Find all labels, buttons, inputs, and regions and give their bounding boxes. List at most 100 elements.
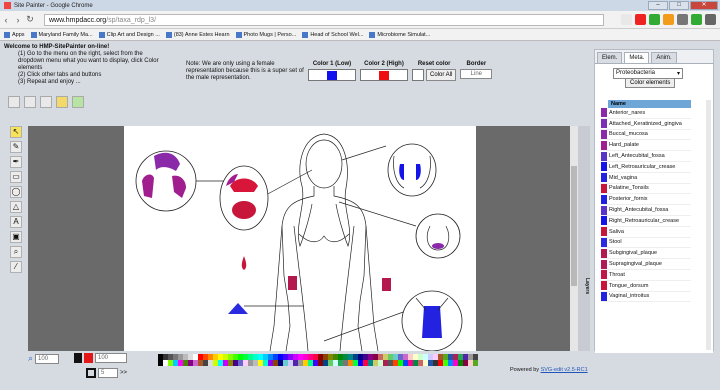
bookmark-icon bbox=[30, 31, 37, 38]
color-palette-2[interactable] bbox=[158, 360, 478, 366]
pencil-tool-icon[interactable]: ✎ bbox=[10, 141, 22, 153]
evernote-icon[interactable] bbox=[649, 14, 660, 25]
nose-region[interactable] bbox=[432, 243, 444, 249]
color-all-button[interactable]: Color All bbox=[426, 69, 457, 81]
table-header[interactable]: Name bbox=[608, 100, 691, 108]
zoom-select[interactable]: 100 bbox=[35, 353, 60, 364]
maximize-button[interactable]: □ bbox=[669, 1, 689, 10]
zoom-tool-icon[interactable]: ⌕ bbox=[10, 246, 22, 258]
tongue-region[interactable] bbox=[232, 201, 256, 219]
extension2-icon[interactable] bbox=[691, 14, 702, 25]
palette-swatch[interactable] bbox=[473, 360, 478, 366]
text-tool-icon[interactable]: A bbox=[10, 216, 22, 228]
bookmark-photomugs[interactable]: Photo Mugs | Perso... bbox=[235, 31, 296, 38]
minimize-button[interactable]: – bbox=[648, 1, 668, 10]
table-row[interactable]: Supragingival_plaque bbox=[601, 259, 691, 270]
table-row[interactable]: Attached_Keratinized_gingiva bbox=[601, 119, 691, 130]
border-select[interactable]: Line bbox=[460, 69, 493, 79]
reload-icon[interactable]: ↻ bbox=[24, 14, 36, 25]
reset-swatch[interactable] bbox=[412, 69, 424, 81]
path-tool-icon[interactable]: ✒ bbox=[10, 156, 22, 168]
wand-tool-icon[interactable] bbox=[8, 96, 20, 108]
fill-paint-icon[interactable] bbox=[74, 353, 82, 363]
table-row[interactable]: Buccal_mucosa bbox=[601, 129, 691, 141]
panel-scrollbar[interactable] bbox=[706, 100, 711, 350]
table-row[interactable]: Mid_vagina bbox=[601, 173, 691, 184]
bookmark-apps[interactable]: Apps bbox=[4, 31, 25, 38]
canvas-area[interactable] bbox=[28, 126, 570, 351]
undo-icon[interactable] bbox=[56, 96, 68, 108]
redo-icon[interactable] bbox=[72, 96, 84, 108]
table-row[interactable]: Palatine_Tonsils bbox=[601, 183, 691, 195]
stroke-width-input[interactable]: 5 bbox=[98, 368, 118, 378]
drawing-canvas[interactable] bbox=[124, 126, 476, 351]
fossa1-region[interactable] bbox=[288, 276, 297, 290]
table-row[interactable]: Posterior_fornix bbox=[601, 194, 691, 206]
table-row[interactable]: Right_Retroauricular_crease bbox=[601, 216, 691, 227]
bookmark-clipart[interactable]: Clip Art and Design ... bbox=[98, 31, 160, 38]
ear-detail[interactable] bbox=[387, 143, 437, 197]
table-row[interactable]: Right_Antecubital_fossa bbox=[601, 205, 691, 216]
saliva-region[interactable] bbox=[241, 256, 247, 270]
tab-anim[interactable]: Anim. bbox=[651, 52, 677, 63]
amazon-icon[interactable] bbox=[663, 14, 674, 25]
bookmark-microbiome[interactable]: Microbiome Simulat... bbox=[369, 31, 430, 38]
table-row[interactable]: Tongue_dorsum bbox=[601, 281, 691, 292]
back-icon[interactable]: ‹ bbox=[0, 15, 12, 25]
bookmark-facebook[interactable]: (83) Anne Estes Hearn bbox=[165, 31, 230, 38]
bookmark-head[interactable]: Head of School Wel... bbox=[302, 31, 363, 38]
star-icon[interactable] bbox=[621, 14, 632, 25]
nose-detail[interactable] bbox=[415, 213, 461, 259]
layers-tab[interactable]: Layers bbox=[578, 126, 590, 351]
table-row[interactable]: Throat bbox=[601, 270, 691, 281]
fossa2-region[interactable] bbox=[382, 278, 391, 291]
row-name: Mid_vagina bbox=[609, 174, 638, 181]
row-name: Right_Antecubital_fossa bbox=[609, 207, 669, 214]
table-row[interactable]: Left_Antecubital_fossa bbox=[601, 151, 691, 162]
canvas-vscroll[interactable] bbox=[570, 126, 578, 351]
forward-icon[interactable]: › bbox=[12, 15, 24, 25]
stool-region[interactable] bbox=[228, 303, 248, 314]
extension-icon[interactable] bbox=[677, 14, 688, 25]
table-row[interactable]: Hard_palate bbox=[601, 140, 691, 152]
vag-region[interactable] bbox=[422, 306, 442, 338]
copy-icon[interactable] bbox=[40, 96, 52, 108]
mouth-detail[interactable] bbox=[219, 165, 269, 231]
svg-edit-link[interactable]: SVG-edit v2.5-RC1 bbox=[541, 367, 588, 373]
color2-cell: Color 2 (High) bbox=[360, 61, 408, 81]
stroke-color-swatch[interactable] bbox=[86, 368, 96, 378]
select-tool-icon[interactable]: ↖ bbox=[10, 126, 22, 138]
url-host: www.hmpdacc.org bbox=[49, 16, 107, 24]
table-row[interactable]: Anterior_nares bbox=[601, 108, 691, 119]
polygon-tool-icon[interactable]: △ bbox=[10, 201, 22, 213]
pal1-region[interactable] bbox=[142, 174, 154, 198]
table-row[interactable]: Left_Retroauricular_crease bbox=[601, 162, 691, 173]
table-row[interactable]: Saliva bbox=[601, 227, 691, 238]
bookmark-maryland[interactable]: Maryland Family Ma... bbox=[30, 31, 93, 38]
rect-tool-icon[interactable]: ▭ bbox=[10, 171, 22, 183]
pinterest-icon[interactable] bbox=[635, 14, 646, 25]
fill-color-swatch[interactable] bbox=[84, 353, 93, 363]
color-elements-button[interactable]: Color elements bbox=[625, 78, 676, 88]
eyedropper-tool-icon[interactable]: ⁄ bbox=[10, 261, 22, 273]
ellipse-tool-icon[interactable]: ◯ bbox=[10, 186, 22, 198]
opacity-select[interactable]: 100 bbox=[95, 353, 127, 363]
row-color-swatch bbox=[601, 183, 607, 193]
image-tool-icon[interactable]: ▣ bbox=[10, 231, 22, 243]
clone-icon[interactable] bbox=[24, 96, 36, 108]
tab-elem[interactable]: Elem. bbox=[597, 52, 623, 63]
color2-picker[interactable] bbox=[360, 69, 408, 81]
vscroll-thumb[interactable] bbox=[571, 166, 577, 286]
table-row[interactable]: Subgingival_plaque bbox=[601, 248, 691, 260]
row-color-swatch bbox=[601, 227, 607, 237]
row-name: Supragingival_plaque bbox=[609, 261, 662, 268]
address-input[interactable]: www.hmpdacc.org/sp/taxa_rdp_l3/ bbox=[44, 14, 604, 26]
color1-picker[interactable] bbox=[308, 69, 356, 81]
menu-icon[interactable] bbox=[705, 14, 716, 25]
table-row[interactable]: Stool bbox=[601, 237, 691, 249]
more-icon[interactable]: >> bbox=[120, 370, 127, 376]
table-row[interactable]: Vaginal_introitus bbox=[601, 291, 691, 303]
close-button[interactable]: ✕ bbox=[690, 1, 718, 10]
tab-meta[interactable]: Meta. bbox=[624, 52, 650, 63]
border-cell: Border Line bbox=[460, 61, 493, 81]
